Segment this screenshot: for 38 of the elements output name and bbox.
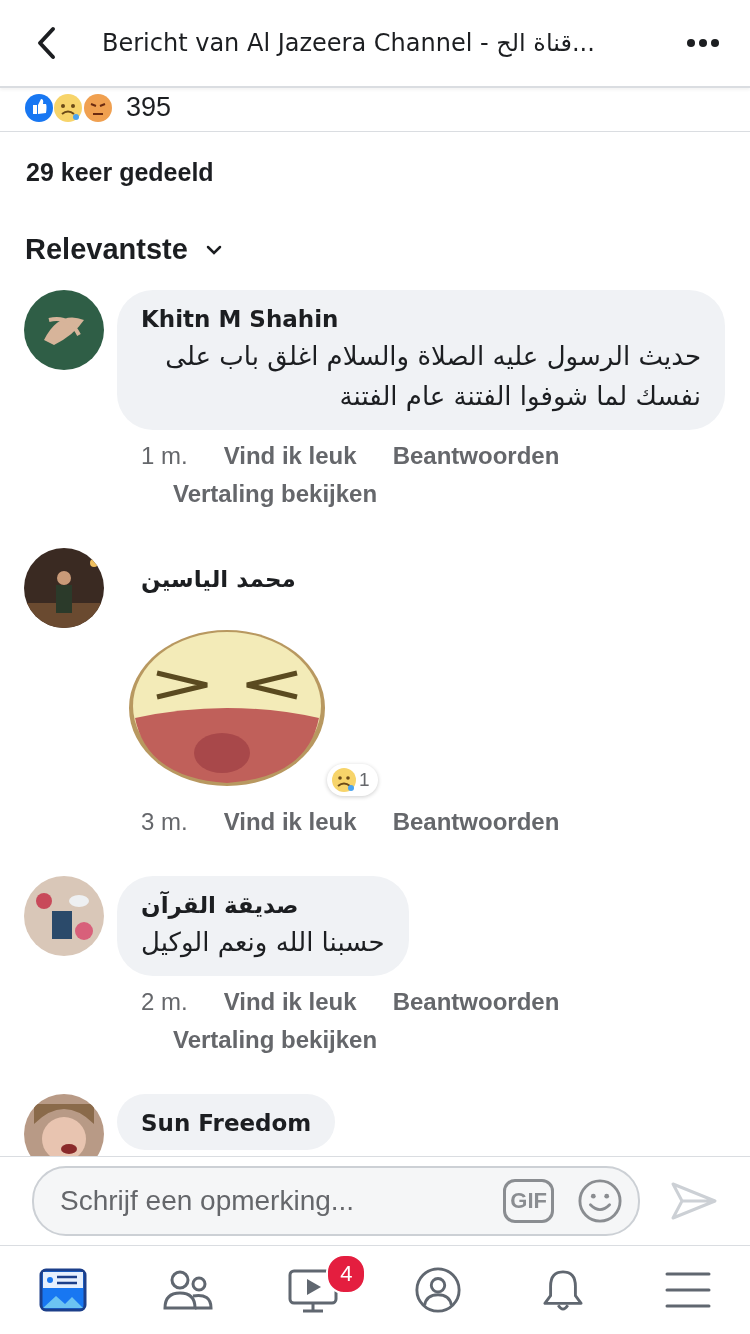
comment-author[interactable]: Sun Freedom xyxy=(141,1110,312,1136)
gif-button[interactable]: GIF xyxy=(503,1179,554,1223)
video-icon xyxy=(287,1267,338,1313)
sad-emoji-icon xyxy=(331,767,357,793)
share-count[interactable]: 29 keer gedeeld xyxy=(26,158,214,186)
like-link[interactable]: Vind ik leuk xyxy=(223,442,357,470)
bell-icon xyxy=(541,1267,584,1313)
like-link[interactable]: Vind ik leuk xyxy=(223,808,357,836)
comment-author[interactable]: محمد الياسين xyxy=(141,566,296,592)
translation-link[interactable]: Vertaling bekijken xyxy=(117,1016,378,1054)
comment-time: 2 m. xyxy=(141,988,188,1016)
like-link[interactable]: Vind ik leuk xyxy=(223,988,357,1016)
sort-dropdown[interactable]: Relevantste xyxy=(25,233,222,266)
comment-author[interactable]: صديقة القرآن xyxy=(141,892,385,918)
comment-input[interactable]: Schrijf een opmerking... GIF xyxy=(32,1166,640,1236)
comment-text: حديث الرسول عليه الصلاة والسلام اغلق باب على نفسك لما شوفوا الفتنة عام الفتنة xyxy=(164,340,701,414)
profile-icon xyxy=(413,1266,462,1314)
page-title: Bericht van Al Jazeera Channel - قناة الح... xyxy=(102,29,596,57)
caret-icon xyxy=(205,244,222,255)
more-icon[interactable] xyxy=(686,38,720,48)
reaction-count: 1 xyxy=(359,769,370,791)
friends-icon xyxy=(162,1269,213,1311)
menu-icon xyxy=(664,1271,711,1309)
smiley-icon[interactable] xyxy=(578,1179,622,1223)
translation-link[interactable]: Vertaling bekijken xyxy=(117,470,378,508)
reply-link[interactable]: Beantwoorden xyxy=(392,808,560,836)
comment-text: حسبنا الله ونعم الوكيل xyxy=(141,926,385,960)
comment-time: 1 m. xyxy=(141,442,188,470)
back-icon[interactable] xyxy=(36,26,56,60)
comment-time: 3 m. xyxy=(141,808,188,836)
notification-badge: 4 xyxy=(326,1254,367,1294)
reaction-badge[interactable]: 1 xyxy=(327,764,378,796)
news-feed-icon xyxy=(38,1268,87,1312)
reply-link[interactable]: Beantwoorden xyxy=(392,442,560,470)
reaction-count[interactable]: 395 xyxy=(126,92,172,123)
reply-link[interactable]: Beantwoorden xyxy=(392,988,560,1016)
video-tab[interactable]: 4 xyxy=(250,1246,375,1334)
comment-author[interactable]: Khitn M Shahin xyxy=(141,306,701,332)
